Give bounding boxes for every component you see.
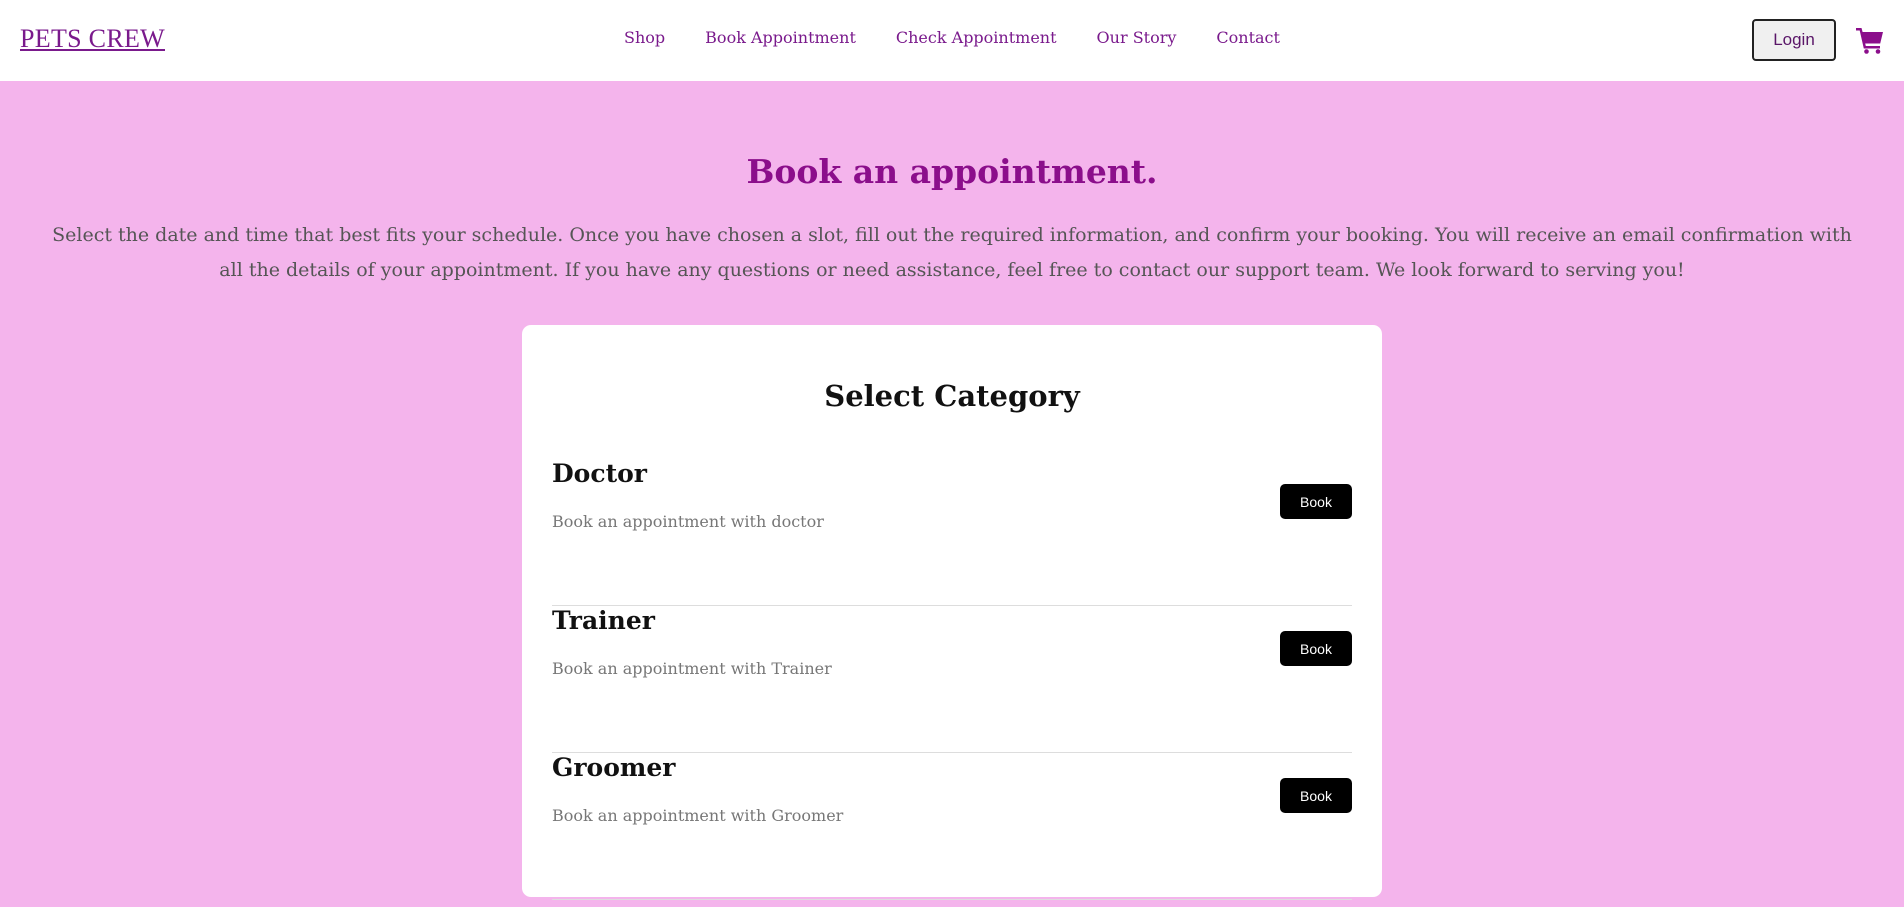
book-trainer-button[interactable]: Book	[1280, 631, 1352, 666]
nav-link-contact[interactable]: Contact	[1216, 28, 1280, 47]
category-card: Select Category Doctor Book an appointme…	[522, 325, 1382, 900]
category-item-groomer: Groomer Book an appointment with Groomer…	[552, 753, 1352, 900]
login-button[interactable]: Login	[1752, 19, 1836, 61]
category-name: Trainer	[552, 606, 655, 635]
shopping-cart-icon[interactable]	[1855, 25, 1885, 55]
book-doctor-button[interactable]: Book	[1280, 484, 1352, 519]
category-item-trainer: Trainer Book an appointment with Trainer…	[552, 606, 1352, 753]
category-description: Book an appointment with doctor	[552, 512, 824, 531]
nav-link-check-appointment[interactable]: Check Appointment	[896, 28, 1057, 47]
category-name: Groomer	[552, 753, 676, 782]
nav-link-shop[interactable]: Shop	[624, 28, 665, 47]
card-title: Select Category	[824, 379, 1080, 413]
page-title: Book an appointment.	[746, 152, 1158, 191]
nav-link-our-story[interactable]: Our Story	[1097, 28, 1177, 47]
main-nav: Shop Book Appointment Check Appointment …	[0, 28, 1904, 47]
nav-link-book-appointment[interactable]: Book Appointment	[705, 28, 856, 47]
category-description: Book an appointment with Trainer	[552, 659, 832, 678]
category-item-doctor: Doctor Book an appointment with doctor B…	[552, 459, 1352, 606]
site-header: PETS CREW Shop Book Appointment Check Ap…	[0, 0, 1904, 81]
category-description: Book an appointment with Groomer	[552, 806, 844, 825]
category-name: Doctor	[552, 459, 647, 488]
intro-paragraph: Select the date and time that best fits …	[52, 224, 1852, 281]
book-groomer-button[interactable]: Book	[1280, 778, 1352, 813]
